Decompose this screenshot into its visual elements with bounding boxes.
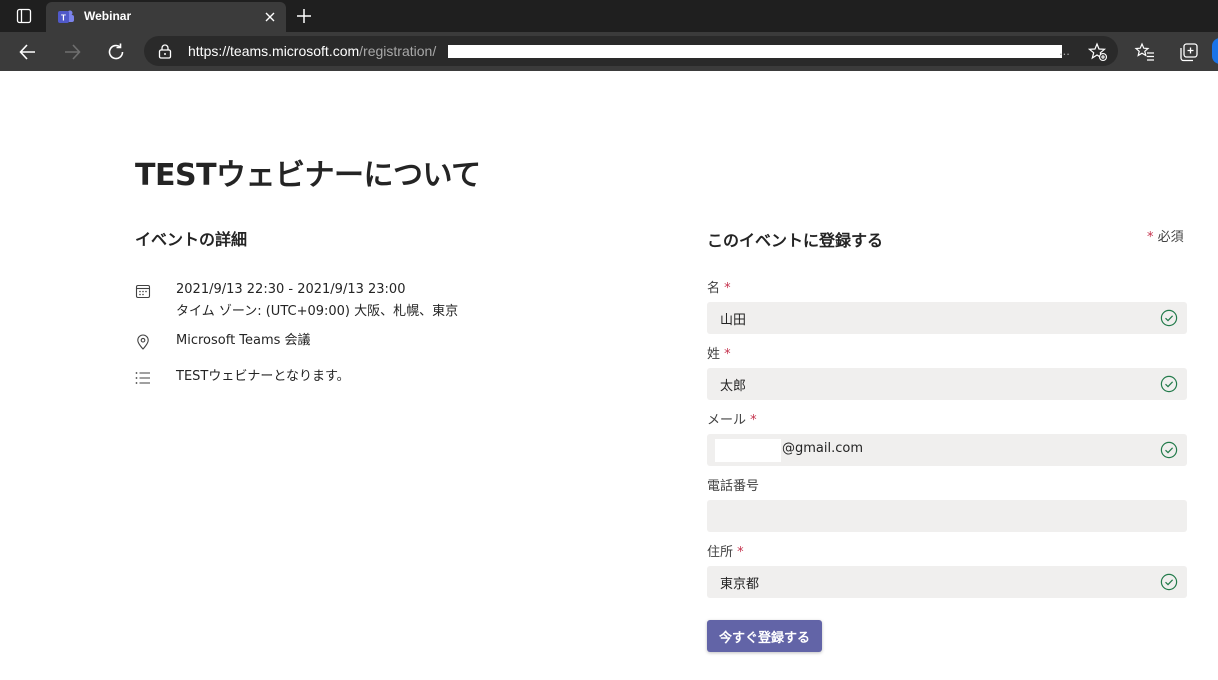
- event-location-text: Microsoft Teams 会議: [176, 333, 311, 348]
- last-name-input[interactable]: 太郎: [707, 368, 1187, 400]
- refresh-icon[interactable]: [105, 41, 127, 63]
- checkmark-circle-icon: [1160, 441, 1178, 459]
- add-favorite-icon[interactable]: [1087, 42, 1108, 62]
- email-input[interactable]: @gmail.com: [707, 434, 1187, 466]
- address-value: 東京都: [720, 577, 760, 592]
- first-name-input[interactable]: 山田: [707, 302, 1187, 334]
- first-name-label: 名 *: [707, 281, 731, 296]
- url-host: https://teams.microsoft.com: [188, 43, 360, 59]
- teams-icon: T: [57, 8, 75, 26]
- event-location: Microsoft Teams 会議: [135, 332, 311, 350]
- browser-toolbar: https://teams.microsoft.com/registration…: [0, 32, 1218, 71]
- redacted-url-segment: [448, 45, 1062, 58]
- page-title: TESTウェビナーについて: [135, 158, 481, 193]
- checkmark-circle-icon: [1160, 309, 1178, 327]
- browser-tab-bar: T Webinar: [0, 0, 1218, 32]
- phone-label: 電話番号: [707, 479, 760, 494]
- forward-arrow-icon[interactable]: [61, 41, 83, 63]
- last-name-label: 姓 *: [707, 347, 731, 362]
- event-description: TESTウェビナーとなります。: [135, 368, 350, 386]
- collections-icon[interactable]: [1178, 41, 1200, 63]
- lock-icon[interactable]: [158, 44, 172, 59]
- tab-title: Webinar: [84, 9, 132, 23]
- address-bar[interactable]: https://teams.microsoft.com/registration…: [144, 36, 1118, 66]
- profile-avatar[interactable]: [1212, 38, 1218, 64]
- last-name-value: 太郎: [720, 379, 747, 394]
- url-text: https://teams.microsoft.com/registration…: [188, 43, 436, 59]
- required-legend: * 必須: [1147, 230, 1184, 245]
- first-name-value: 山田: [720, 313, 747, 328]
- close-icon[interactable]: [262, 9, 278, 25]
- favorites-icon[interactable]: [1134, 41, 1156, 63]
- url-path: /registration/: [359, 43, 437, 59]
- browser-tab[interactable]: T Webinar: [46, 2, 286, 32]
- svg-text:T: T: [61, 14, 66, 23]
- tab-actions-icon[interactable]: [12, 6, 36, 26]
- event-datetime: 2021/9/13 22:30 - 2021/9/13 23:00 タイム ゾー…: [135, 281, 458, 319]
- phone-input[interactable]: [707, 500, 1187, 532]
- list-icon: [135, 370, 151, 386]
- checkmark-circle-icon: [1160, 573, 1178, 591]
- register-now-button[interactable]: 今すぐ登録する: [707, 620, 822, 652]
- calendar-icon: [135, 283, 151, 299]
- redacted-email-user: [715, 439, 781, 462]
- email-value: @gmail.com: [782, 441, 864, 456]
- required-legend-text: 必須: [1157, 230, 1184, 245]
- event-timezone-text: タイム ゾーン: (UTC+09:00) 大阪、札幌、東京: [176, 304, 459, 319]
- new-tab-icon[interactable]: [294, 6, 314, 26]
- location-pin-icon: [135, 334, 151, 350]
- event-details-heading: イベントの詳細: [135, 230, 248, 249]
- back-arrow-icon[interactable]: [17, 41, 39, 63]
- event-description-text: TESTウェビナーとなります。: [176, 369, 350, 384]
- email-label: メール *: [707, 413, 757, 428]
- event-datetime-text: 2021/9/13 22:30 - 2021/9/13 23:00: [176, 282, 406, 297]
- address-label: 住所 *: [707, 545, 744, 560]
- url-ellipsis: ...: [1059, 43, 1070, 58]
- registration-heading: このイベントに登録する: [707, 231, 884, 250]
- address-input[interactable]: 東京都: [707, 566, 1187, 598]
- checkmark-circle-icon: [1160, 375, 1178, 393]
